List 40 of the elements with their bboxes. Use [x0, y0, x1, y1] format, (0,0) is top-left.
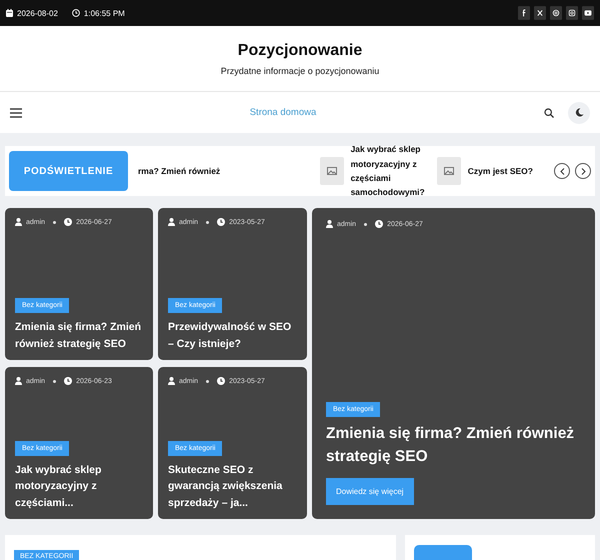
post-title[interactable]: Jak wybrać sklep motoryzacyjny z częściami... [15, 462, 143, 511]
site-tagline: Przydatne informacje o pozycjonowaniu [220, 66, 380, 76]
x-icon[interactable] [534, 6, 546, 20]
at-sign-icon[interactable] [550, 6, 562, 20]
post-title[interactable]: Zmienia się firma? Zmień również strategię SEO [326, 423, 581, 468]
play-icon[interactable] [582, 6, 594, 20]
user-icon [15, 377, 22, 385]
site-title[interactable]: Pozycjonowanie [238, 42, 362, 60]
post-title[interactable]: Przewidywalność w SEO – Czy istnieje? [168, 319, 297, 352]
chevron-right-icon [580, 168, 586, 174]
highlight-label: PODŚWIETLENIE [9, 151, 128, 191]
clock-icon [375, 220, 384, 228]
post-title[interactable]: Skuteczne SEO z gwarancją zwiększenia sprzedaży – ja... [168, 462, 297, 511]
user-icon [168, 377, 175, 385]
ticker-headline[interactable]: rma? Zmień również [138, 164, 220, 178]
moon-icon [574, 108, 584, 117]
ticker-headline[interactable]: Czym jest SEO? [468, 164, 533, 178]
next-button[interactable] [575, 163, 591, 179]
chevron-left-icon [560, 168, 564, 174]
thumbnail-image[interactable] [436, 157, 461, 185]
user-icon [15, 218, 22, 226]
post-title[interactable]: Zmienia się firma? Zmień również strategię SEO [15, 319, 143, 352]
clock-icon [64, 218, 72, 226]
clock-icon [217, 377, 226, 385]
f-icon[interactable] [518, 6, 530, 20]
dark-mode-toggle[interactable] [568, 102, 590, 124]
clock-icon [64, 377, 72, 385]
camera-icon[interactable] [566, 6, 578, 20]
search-icon[interactable] [544, 108, 554, 118]
date-text: 2026-08-02 [17, 8, 58, 18]
user-icon [326, 220, 333, 228]
clock-icon [217, 218, 226, 226]
clock-icon [72, 9, 80, 17]
ticker-headline[interactable]: Jak wybrać sklep motoryzacyjny z częściami samochodowymi? [350, 142, 427, 200]
menu-icon[interactable] [10, 108, 22, 118]
previous-button[interactable] [554, 163, 570, 179]
calendar-icon [6, 9, 13, 17]
thumbnail-image[interactable] [320, 157, 344, 185]
user-icon [168, 218, 175, 226]
time-text: 1:06:55 PM [84, 8, 125, 18]
